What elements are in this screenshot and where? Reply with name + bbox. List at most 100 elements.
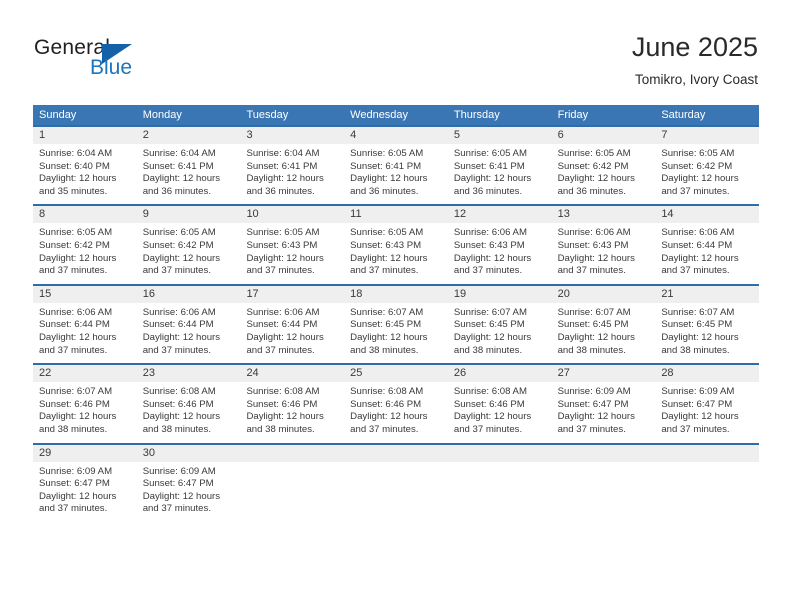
daylight-text-line1: Daylight: 12 hours <box>350 173 428 185</box>
day-cell[interactable]: Sunrise: 6:06 AM Sunset: 6:44 PM Dayligh… <box>655 223 759 283</box>
day-number[interactable]: 3 <box>240 127 344 144</box>
daylight-text-line2: and 37 minutes. <box>350 265 419 277</box>
day-cell[interactable]: Sunrise: 6:06 AM Sunset: 6:43 PM Dayligh… <box>448 223 552 283</box>
day-number[interactable]: 27 <box>552 365 656 382</box>
day-cell[interactable]: Sunrise: 6:08 AM Sunset: 6:46 PM Dayligh… <box>344 382 448 442</box>
day-cell[interactable]: Sunrise: 6:05 AM Sunset: 6:42 PM Dayligh… <box>137 223 241 283</box>
day-cell[interactable]: Sunrise: 6:06 AM Sunset: 6:44 PM Dayligh… <box>33 303 137 363</box>
weekday-header-sunday: Sunday <box>39 109 77 121</box>
day-number[interactable]: 26 <box>448 365 552 382</box>
day-cell[interactable]: Sunrise: 6:07 AM Sunset: 6:45 PM Dayligh… <box>552 303 656 363</box>
day-number[interactable]: 12 <box>448 206 552 223</box>
day-number[interactable]: 30 <box>137 445 241 462</box>
day-number[interactable]: 29 <box>33 445 137 462</box>
day-cell[interactable]: Sunrise: 6:05 AM Sunset: 6:43 PM Dayligh… <box>240 223 344 283</box>
day-cell-empty <box>655 462 759 522</box>
day-number[interactable]: 13 <box>552 206 656 223</box>
day-cell[interactable]: Sunrise: 6:04 AM Sunset: 6:41 PM Dayligh… <box>137 144 241 204</box>
general-blue-logo[interactable]: General Blue <box>34 36 214 86</box>
day-number[interactable]: 15 <box>33 286 137 303</box>
day-number[interactable]: 22 <box>33 365 137 382</box>
day-cell[interactable]: Sunrise: 6:05 AM Sunset: 6:42 PM Dayligh… <box>33 223 137 283</box>
daylight-text-line2: and 37 minutes. <box>142 344 211 356</box>
day-number[interactable]: 23 <box>137 365 241 382</box>
calendar-table: Sunday Monday Tuesday Wednesday Thursday… <box>33 105 759 522</box>
sunrise-text: Sunrise: 6:05 AM <box>39 227 113 239</box>
daylight-text-line1: Daylight: 12 hours <box>453 173 532 185</box>
day-number[interactable]: 6 <box>552 127 656 144</box>
day-cell-empty <box>344 462 448 522</box>
day-number[interactable]: 28 <box>655 365 759 382</box>
day-number[interactable]: 8 <box>33 206 137 223</box>
day-number[interactable]: 10 <box>240 206 344 223</box>
day-cell[interactable]: Sunrise: 6:07 AM Sunset: 6:45 PM Dayligh… <box>344 303 448 363</box>
sunset-text: Sunset: 6:46 PM <box>142 398 214 410</box>
day-number[interactable]: 18 <box>344 286 448 303</box>
daylight-text-line2: and 37 minutes. <box>246 344 315 356</box>
day-number[interactable]: 2 <box>137 127 241 144</box>
day-number[interactable]: 9 <box>137 206 241 223</box>
day-cell[interactable]: Sunrise: 6:05 AM Sunset: 6:42 PM Dayligh… <box>655 144 759 204</box>
day-cell[interactable]: Sunrise: 6:08 AM Sunset: 6:46 PM Dayligh… <box>240 382 344 442</box>
daylight-text-line1: Daylight: 12 hours <box>246 173 324 185</box>
day-number[interactable]: 7 <box>655 127 759 144</box>
sunrise-text: Sunrise: 6:06 AM <box>661 227 735 239</box>
day-cell[interactable]: Sunrise: 6:06 AM Sunset: 6:44 PM Dayligh… <box>137 303 241 363</box>
day-cell[interactable]: Sunrise: 6:05 AM Sunset: 6:41 PM Dayligh… <box>448 144 552 204</box>
day-cell[interactable]: Sunrise: 6:04 AM Sunset: 6:41 PM Dayligh… <box>240 144 344 204</box>
daylight-text-line2: and 37 minutes. <box>350 423 419 435</box>
daylight-text-line1: Daylight: 12 hours <box>453 411 532 423</box>
sunset-text: Sunset: 6:47 PM <box>661 398 733 410</box>
day-number[interactable]: 5 <box>448 127 552 144</box>
day-number[interactable]: 14 <box>655 206 759 223</box>
daylight-text-line1: Daylight: 12 hours <box>39 411 117 423</box>
day-number[interactable]: 16 <box>137 286 241 303</box>
sunset-text: Sunset: 6:45 PM <box>350 319 422 331</box>
daylight-text-line2: and 38 minutes. <box>246 423 315 435</box>
sunset-text: Sunset: 6:42 PM <box>39 239 110 251</box>
day-number[interactable]: 19 <box>448 286 552 303</box>
day-number[interactable]: 21 <box>655 286 759 303</box>
day-number[interactable]: 24 <box>240 365 344 382</box>
sunrise-text: Sunrise: 6:05 AM <box>453 148 527 159</box>
day-cell[interactable]: Sunrise: 6:07 AM Sunset: 6:45 PM Dayligh… <box>448 303 552 363</box>
day-cell[interactable]: Sunrise: 6:06 AM Sunset: 6:44 PM Dayligh… <box>240 303 344 363</box>
daylight-text-line2: and 38 minutes. <box>661 344 730 356</box>
day-cell[interactable]: Sunrise: 6:06 AM Sunset: 6:43 PM Dayligh… <box>552 223 656 283</box>
day-cell[interactable]: Sunrise: 6:09 AM Sunset: 6:47 PM Dayligh… <box>655 382 759 442</box>
sunrise-text: Sunrise: 6:04 AM <box>142 148 216 159</box>
day-cell[interactable]: Sunrise: 6:05 AM Sunset: 6:43 PM Dayligh… <box>344 223 448 283</box>
sunset-text: Sunset: 6:46 PM <box>39 398 110 410</box>
sunset-text: Sunset: 6:43 PM <box>350 239 422 251</box>
day-cell[interactable]: Sunrise: 6:04 AM Sunset: 6:40 PM Dayligh… <box>33 144 137 204</box>
sunset-text: Sunset: 6:46 PM <box>453 398 525 410</box>
day-number[interactable]: 4 <box>344 127 448 144</box>
sunset-text: Sunset: 6:43 PM <box>557 239 629 251</box>
daylight-text-line2: and 38 minutes. <box>39 423 108 435</box>
day-number[interactable]: 20 <box>552 286 656 303</box>
day-cell[interactable]: Sunrise: 6:09 AM Sunset: 6:47 PM Dayligh… <box>33 462 137 522</box>
day-cell[interactable]: Sunrise: 6:08 AM Sunset: 6:46 PM Dayligh… <box>137 382 241 442</box>
day-cell[interactable]: Sunrise: 6:08 AM Sunset: 6:46 PM Dayligh… <box>448 382 552 442</box>
daylight-text-line2: and 37 minutes. <box>557 265 626 277</box>
day-cell[interactable]: Sunrise: 6:09 AM Sunset: 6:47 PM Dayligh… <box>137 462 241 522</box>
day-number[interactable]: 11 <box>344 206 448 223</box>
daylight-text-line2: and 36 minutes. <box>557 185 626 197</box>
day-cell[interactable]: Sunrise: 6:09 AM Sunset: 6:47 PM Dayligh… <box>552 382 656 442</box>
day-cell[interactable]: Sunrise: 6:05 AM Sunset: 6:42 PM Dayligh… <box>552 144 656 204</box>
sunrise-text: Sunrise: 6:09 AM <box>142 465 216 477</box>
weekday-header-thursday: Thursday <box>453 109 500 121</box>
sunrise-text: Sunrise: 6:05 AM <box>557 148 631 159</box>
day-cell[interactable]: Sunrise: 6:05 AM Sunset: 6:41 PM Dayligh… <box>344 144 448 204</box>
sunrise-text: Sunrise: 6:06 AM <box>142 306 216 318</box>
day-number-empty <box>655 445 759 462</box>
day-number[interactable]: 17 <box>240 286 344 303</box>
day-number-empty <box>344 445 448 462</box>
weekday-header-row: Sunday Monday Tuesday Wednesday Thursday… <box>33 105 759 125</box>
daylight-text-line1: Daylight: 12 hours <box>453 331 532 343</box>
sunrise-text: Sunrise: 6:05 AM <box>350 148 424 159</box>
day-cell[interactable]: Sunrise: 6:07 AM Sunset: 6:46 PM Dayligh… <box>33 382 137 442</box>
day-number[interactable]: 1 <box>33 127 137 144</box>
day-number[interactable]: 25 <box>344 365 448 382</box>
day-cell[interactable]: Sunrise: 6:07 AM Sunset: 6:45 PM Dayligh… <box>655 303 759 363</box>
